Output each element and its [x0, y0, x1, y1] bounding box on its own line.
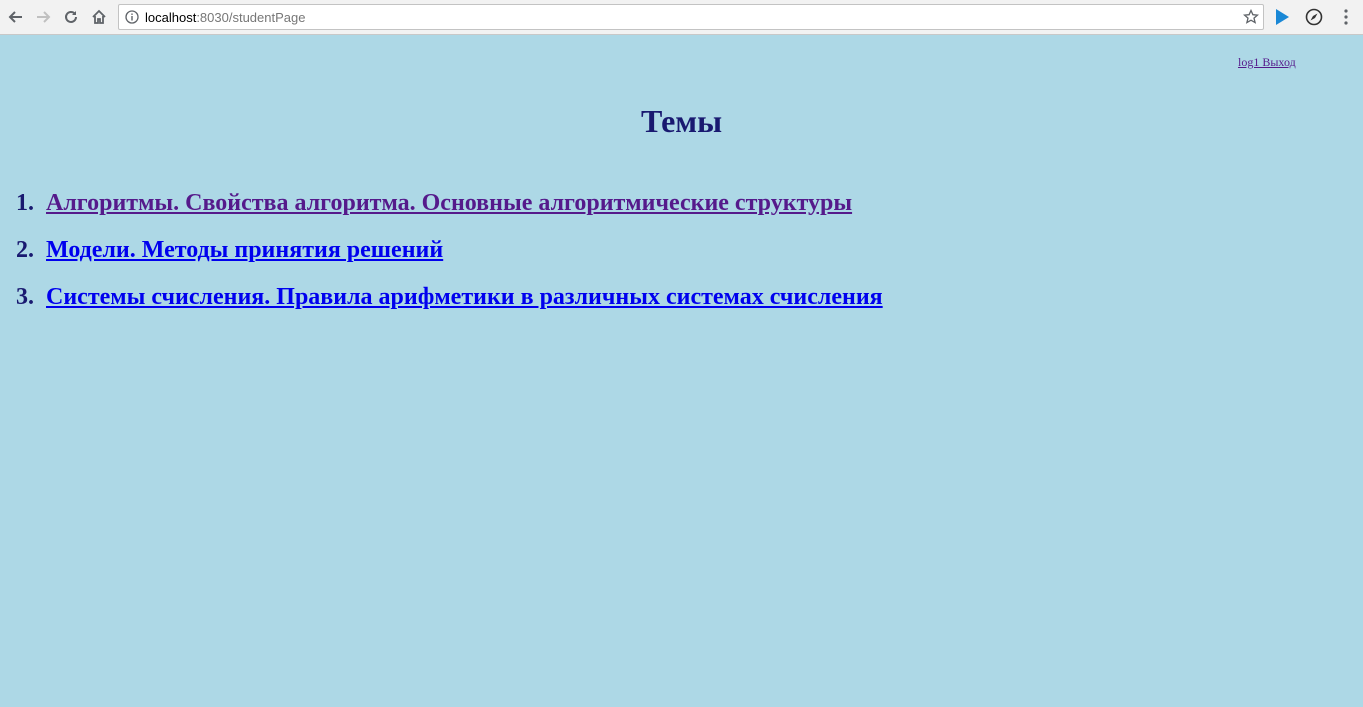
list-number: 1. [16, 190, 34, 216]
topic-list: 1. Алгоритмы. Свойства алгоритма. Основн… [16, 189, 883, 330]
page-content: log1 Выход Темы 1. Алгоритмы. Свойства а… [0, 35, 1363, 707]
list-item: 2. Модели. Методы принятия решений [16, 236, 883, 283]
list-number: 2. [16, 237, 34, 263]
list-item: 1. Алгоритмы. Свойства алгоритма. Основн… [16, 189, 883, 236]
topic-link[interactable]: Модели. Методы принятия решений [46, 237, 443, 263]
compass-extension-icon[interactable] [1304, 7, 1324, 27]
topic-link[interactable]: Системы счисления. Правила арифметики в … [46, 284, 883, 310]
forward-icon[interactable] [32, 6, 54, 28]
menu-icon[interactable] [1338, 7, 1354, 27]
info-icon[interactable] [125, 10, 139, 24]
list-item: 3. Системы счисления. Правила арифметики… [16, 283, 883, 330]
reload-icon[interactable] [60, 6, 82, 28]
topic-link[interactable]: Алгоритмы. Свойства алгоритма. Основные … [46, 190, 852, 216]
list-number: 3. [16, 284, 34, 310]
url-text: localhost:8030/studentPage [145, 10, 306, 25]
home-icon[interactable] [88, 6, 110, 28]
back-icon[interactable] [5, 6, 27, 28]
browser-toolbar: localhost:8030/studentPage [0, 0, 1363, 35]
address-bar[interactable]: localhost:8030/studentPage [118, 4, 1264, 30]
page-title: Темы [640, 103, 723, 139]
bookmark-star-icon[interactable] [1243, 9, 1259, 25]
play-extension-icon[interactable] [1272, 7, 1292, 27]
user-logout-link[interactable]: log1 Выход [1238, 55, 1296, 70]
